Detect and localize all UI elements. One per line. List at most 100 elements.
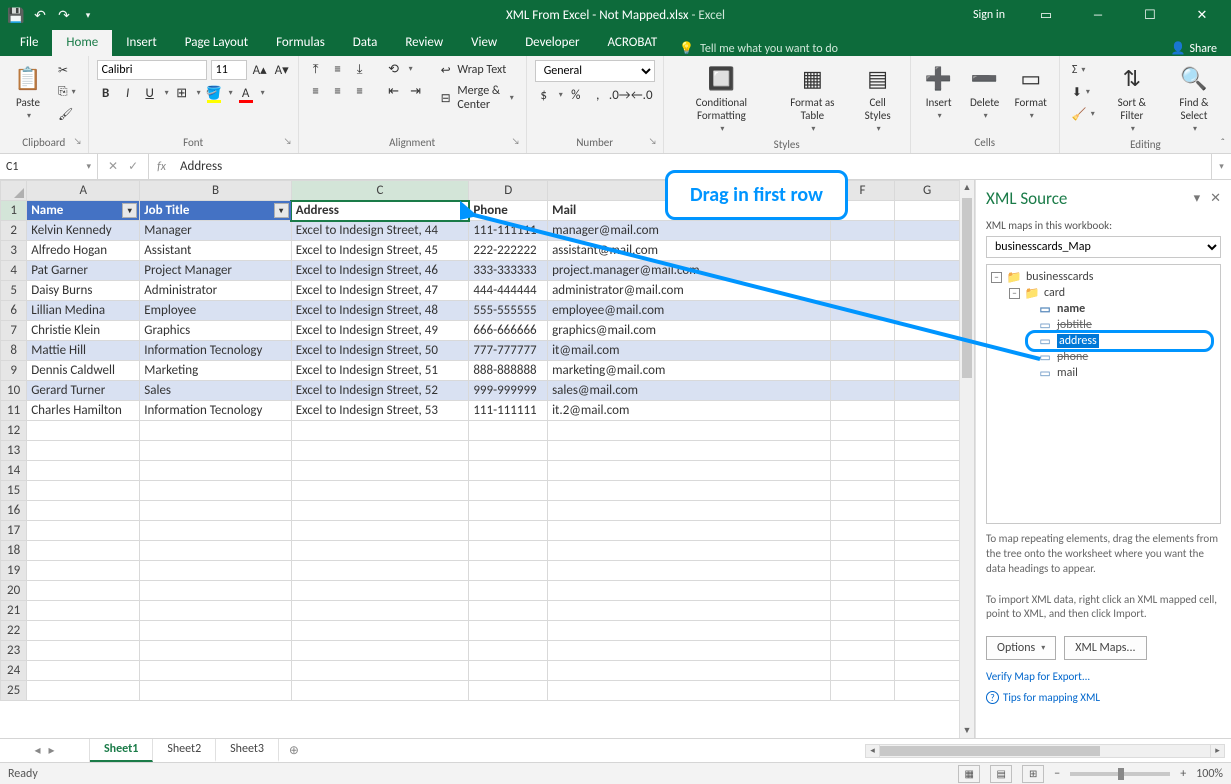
cell-D1[interactable]: Phone: [469, 201, 548, 221]
cell-F9[interactable]: [830, 361, 895, 381]
cell-C15[interactable]: [291, 481, 469, 501]
paste-button[interactable]: 📋 Paste▾: [8, 60, 48, 123]
cell-G19[interactable]: [895, 561, 960, 581]
cell-C19[interactable]: [291, 561, 469, 581]
cell-B2[interactable]: Manager: [140, 221, 291, 241]
cell-D13[interactable]: [469, 441, 548, 461]
cell-C23[interactable]: [291, 641, 469, 661]
cell-D12[interactable]: [469, 421, 548, 441]
cell-C3[interactable]: Excel to Indesign Street, 45: [291, 241, 469, 261]
cell-A15[interactable]: [27, 481, 140, 501]
row-header-23[interactable]: 23: [1, 641, 27, 661]
currency-icon[interactable]: $: [535, 86, 553, 104]
cell-D10[interactable]: 999-999999: [469, 381, 548, 401]
cell-E17[interactable]: [548, 521, 831, 541]
cell-E19[interactable]: [548, 561, 831, 581]
cell-B18[interactable]: [140, 541, 291, 561]
cell-B24[interactable]: [140, 661, 291, 681]
cell-E15[interactable]: [548, 481, 831, 501]
cell-E9[interactable]: marketing@mail.com: [548, 361, 831, 381]
cell-E2[interactable]: manager@mail.com: [548, 221, 831, 241]
underline-button[interactable]: U: [141, 84, 159, 102]
cell-G4[interactable]: [895, 261, 960, 281]
tips-link[interactable]: ?Tips for mapping XML: [986, 691, 1221, 704]
cell-E18[interactable]: [548, 541, 831, 561]
ribbon-options-icon[interactable]: ▭: [1023, 0, 1069, 30]
column-header-A[interactable]: A: [27, 181, 140, 201]
cell-C25[interactable]: [291, 681, 469, 701]
font-size-input[interactable]: [211, 60, 247, 80]
bold-button[interactable]: B: [97, 84, 115, 102]
cell-F4[interactable]: [830, 261, 895, 281]
cell-F21[interactable]: [830, 601, 895, 621]
clipboard-dialog-launcher[interactable]: ↘: [74, 136, 82, 147]
cell-F5[interactable]: [830, 281, 895, 301]
fill-color-button[interactable]: 🪣: [205, 84, 223, 102]
cell-E20[interactable]: [548, 581, 831, 601]
cell-E16[interactable]: [548, 501, 831, 521]
select-all-corner[interactable]: [1, 181, 27, 201]
cell-C5[interactable]: Excel to Indesign Street, 47: [291, 281, 469, 301]
cell-G11[interactable]: [895, 401, 960, 421]
align-center-icon[interactable]: ≡: [329, 82, 347, 100]
cell-G12[interactable]: [895, 421, 960, 441]
cell-F8[interactable]: [830, 341, 895, 361]
cell-G16[interactable]: [895, 501, 960, 521]
cell-E21[interactable]: [548, 601, 831, 621]
cell-F25[interactable]: [830, 681, 895, 701]
verify-map-link[interactable]: Verify Map for Export...: [986, 670, 1221, 683]
autosum-button[interactable]: Σ▾: [1068, 60, 1099, 80]
row-header-25[interactable]: 25: [1, 681, 27, 701]
tree-leaf-name[interactable]: ▭name: [989, 301, 1218, 317]
options-button[interactable]: Options▾: [986, 636, 1056, 660]
cell-E8[interactable]: it@mail.com: [548, 341, 831, 361]
comma-icon[interactable]: ,: [589, 86, 607, 104]
align-bottom-icon[interactable]: ⤓: [351, 60, 369, 78]
cell-A19[interactable]: [27, 561, 140, 581]
cell-C1[interactable]: Address: [291, 201, 469, 221]
copy-button[interactable]: ⎘▾: [54, 82, 80, 102]
cell-B8[interactable]: Information Tecnology: [140, 341, 291, 361]
cell-G1[interactable]: [895, 201, 960, 221]
cell-C14[interactable]: [291, 461, 469, 481]
align-middle-icon[interactable]: ≡: [329, 60, 347, 78]
tab-view[interactable]: View: [457, 30, 511, 56]
row-header-15[interactable]: 15: [1, 481, 27, 501]
filter-icon[interactable]: ▾: [274, 203, 289, 218]
xml-map-select[interactable]: businesscards_Map: [986, 236, 1221, 258]
cell-C16[interactable]: [291, 501, 469, 521]
cell-C10[interactable]: Excel to Indesign Street, 52: [291, 381, 469, 401]
decrease-indent-icon[interactable]: ⇤: [385, 82, 403, 100]
cell-F17[interactable]: [830, 521, 895, 541]
tree-leaf-phone[interactable]: ▭phone: [989, 349, 1218, 365]
cell-C20[interactable]: [291, 581, 469, 601]
cell-F23[interactable]: [830, 641, 895, 661]
cell-E6[interactable]: employee@mail.com: [548, 301, 831, 321]
cell-F12[interactable]: [830, 421, 895, 441]
share-button[interactable]: 👤 Share: [1170, 41, 1231, 56]
zoom-slider[interactable]: [1070, 772, 1170, 776]
cell-E22[interactable]: [548, 621, 831, 641]
cell-C6[interactable]: Excel to Indesign Street, 48: [291, 301, 469, 321]
percent-icon[interactable]: %: [567, 86, 585, 104]
cell-F7[interactable]: [830, 321, 895, 341]
fill-button[interactable]: ⬇▾: [1068, 82, 1099, 102]
cell-F24[interactable]: [830, 661, 895, 681]
row-header-18[interactable]: 18: [1, 541, 27, 561]
cell-F6[interactable]: [830, 301, 895, 321]
cell-G15[interactable]: [895, 481, 960, 501]
cell-D5[interactable]: 444-444444: [469, 281, 548, 301]
cell-D23[interactable]: [469, 641, 548, 661]
tab-acrobat[interactable]: ACROBAT: [593, 30, 671, 56]
cell-F19[interactable]: [830, 561, 895, 581]
cell-F3[interactable]: [830, 241, 895, 261]
cell-B16[interactable]: [140, 501, 291, 521]
cell-E5[interactable]: administrator@mail.com: [548, 281, 831, 301]
sheet-tab-3[interactable]: Sheet3: [216, 739, 279, 762]
insert-cells-button[interactable]: ➕Insert▾: [919, 60, 959, 123]
cell-C13[interactable]: [291, 441, 469, 461]
cell-G5[interactable]: [895, 281, 960, 301]
cell-G22[interactable]: [895, 621, 960, 641]
filter-icon[interactable]: ▾: [122, 203, 137, 218]
cell-D21[interactable]: [469, 601, 548, 621]
